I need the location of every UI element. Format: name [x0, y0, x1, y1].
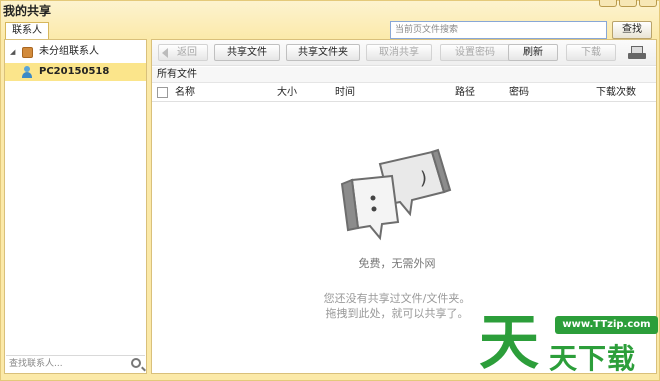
back-button[interactable]: 返回	[158, 44, 208, 61]
select-all-checkbox[interactable]	[157, 87, 168, 98]
column-header-downloads[interactable]: 下载次数	[596, 84, 636, 101]
unshare-button[interactable]: 取消共享	[366, 44, 432, 61]
empty-state-line1: 您还没有共享过文件/文件夹。	[323, 292, 471, 305]
contacts-pane: ◢ 未分组联系人 PC20150518 查找联系人...	[4, 39, 147, 374]
column-header-size[interactable]: 大小	[277, 84, 297, 101]
share-file-button[interactable]: 共享文件	[214, 44, 280, 61]
maximize-button[interactable]	[619, 0, 637, 7]
chat-bubbles-icon: )	[340, 148, 452, 241]
share-folder-button[interactable]: 共享文件夹	[286, 44, 360, 61]
column-header-name[interactable]: 名称	[175, 84, 195, 101]
watermark-big-char: 天	[479, 308, 539, 378]
folder-group-icon	[22, 47, 33, 58]
file-search-input[interactable]: 当前页文件搜索	[390, 21, 607, 39]
tab-contacts[interactable]: 联系人	[5, 22, 49, 39]
close-button[interactable]	[639, 0, 657, 7]
expand-triangle-icon[interactable]: ◢	[10, 43, 15, 61]
search-button[interactable]: 查找	[612, 21, 652, 39]
front-bubble	[340, 174, 400, 241]
column-header-path[interactable]: 路径	[455, 84, 475, 101]
window-title: 我的共享	[3, 4, 52, 18]
minimize-button[interactable]	[599, 0, 617, 7]
window-controls	[599, 0, 657, 7]
set-password-button[interactable]: 设置密码	[440, 44, 510, 61]
back-label: 返回	[177, 47, 197, 58]
empty-state-line2: 拖拽到此处，就可以共享了。	[325, 307, 469, 320]
toolbar: 返回 共享文件 共享文件夹 取消共享 设置密码 刷新 下载	[152, 40, 656, 66]
svg-text:): )	[420, 168, 427, 189]
group-label: 未分组联系人	[39, 46, 99, 57]
tray-icon[interactable]	[628, 46, 646, 60]
person-icon	[22, 66, 32, 78]
contact-label: PC20150518	[39, 66, 110, 77]
column-header-password[interactable]: 密码	[509, 84, 529, 101]
back-arrow-icon	[162, 48, 168, 58]
watermark-site: www.TTzip.com	[555, 316, 658, 334]
app-window: 我的共享 联系人 当前页文件搜索 查找 ◢ 未分组联系人 PC20150518 …	[0, 0, 660, 381]
contact-search-input[interactable]: 查找联系人...	[6, 355, 145, 373]
breadcrumb[interactable]: 所有文件	[152, 67, 656, 83]
download-button[interactable]: 下载	[566, 44, 616, 61]
file-list-header: 名称 大小 时间 路径 密码 下载次数	[152, 84, 656, 102]
empty-state-title: 免费，无需外网	[358, 257, 436, 270]
contact-item[interactable]: PC20150518	[5, 63, 146, 81]
contact-search-placeholder: 查找联系人...	[9, 359, 63, 369]
column-header-time[interactable]: 时间	[335, 84, 355, 101]
refresh-button[interactable]: 刷新	[508, 44, 558, 61]
search-icon[interactable]	[131, 358, 141, 368]
tree-group-ungrouped[interactable]: ◢ 未分组联系人	[5, 43, 146, 61]
title-bar: 我的共享	[1, 0, 660, 19]
watermark-small-text: 天下载	[549, 342, 637, 375]
